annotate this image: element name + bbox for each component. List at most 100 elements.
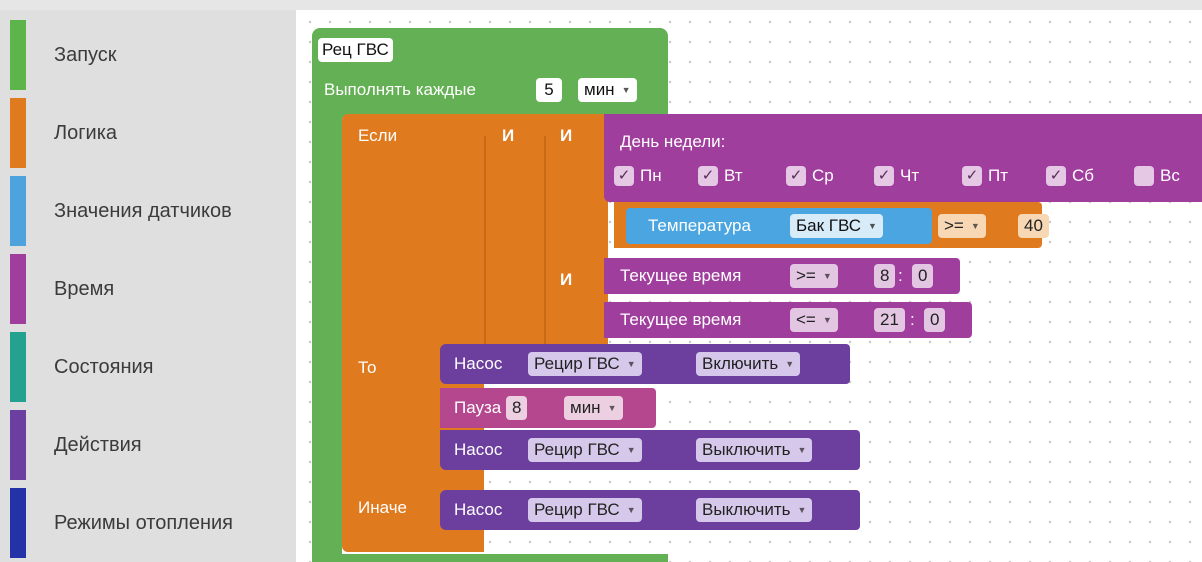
- category-color-bar: [10, 176, 26, 246]
- chevron-down-icon: ▼: [797, 505, 807, 515]
- pump-label: Насос: [454, 440, 503, 459]
- program-block-bottom: [312, 554, 668, 562]
- category-label: Состояния: [54, 355, 154, 378]
- chevron-down-icon: ▼: [970, 221, 980, 231]
- pump-action-dropdown[interactable]: Включить ▼: [696, 352, 801, 376]
- category-sidebar: Запуск Логика Значения датчиков Время Со…: [0, 10, 296, 562]
- sensor-dropdown[interactable]: Бак ГВС ▼: [790, 214, 883, 238]
- day-label: Пт: [988, 166, 1009, 185]
- day-label: Вс: [1160, 166, 1180, 185]
- category-label: Значения датчиков: [54, 199, 232, 222]
- device-value: Рецир ГВС: [534, 354, 620, 373]
- schedule-unit-dropdown[interactable]: мин ▼: [578, 78, 637, 102]
- block-divider: [484, 136, 486, 346]
- category-logic[interactable]: Логика: [10, 98, 296, 168]
- action-value: Включить: [702, 354, 779, 373]
- chevron-down-icon: ▼: [822, 271, 832, 281]
- time-from-hours-field[interactable]: 8: [874, 264, 896, 288]
- and-label: И: [502, 126, 515, 145]
- category-heating-modes[interactable]: Режимы отопления: [10, 488, 296, 558]
- category-states[interactable]: Состояния: [10, 332, 296, 402]
- category-label: Время: [54, 277, 115, 300]
- checkbox-saturday[interactable]: ✓: [1046, 166, 1066, 186]
- schedule-label: Выполнять каждые: [324, 80, 476, 99]
- category-actions[interactable]: Действия: [10, 410, 296, 480]
- time-from-minutes-field[interactable]: 0: [912, 264, 934, 288]
- pump-device-dropdown[interactable]: Рецир ГВС ▼: [528, 438, 642, 462]
- chevron-down-icon: ▼: [626, 359, 636, 369]
- category-label: Запуск: [54, 43, 117, 66]
- time-separator: :: [898, 266, 903, 285]
- temperature-value-field[interactable]: 40: [1018, 214, 1049, 238]
- if-else-block[interactable]: [342, 114, 484, 552]
- operator-value: <=: [796, 310, 816, 329]
- category-color-bar: [10, 254, 26, 324]
- time-to-minutes-field[interactable]: 0: [924, 308, 946, 332]
- device-value: Рецир ГВС: [534, 500, 620, 519]
- block-divider: [544, 136, 546, 346]
- time-to-hours-field[interactable]: 21: [874, 308, 905, 332]
- checkbox-sunday[interactable]: [1134, 166, 1154, 186]
- action-value: Выключить: [702, 500, 791, 519]
- day-label: Чт: [900, 166, 920, 185]
- time-from-operator-dropdown[interactable]: >= ▼: [790, 264, 838, 288]
- category-time[interactable]: Время: [10, 254, 296, 324]
- chevron-down-icon: ▼: [868, 221, 877, 231]
- category-color-bar: [10, 410, 26, 480]
- category-color-bar: [10, 20, 26, 90]
- pump-device-dropdown[interactable]: Рецир ГВС ▼: [528, 352, 642, 376]
- else-label: Иначе: [358, 498, 407, 517]
- checkbox-friday[interactable]: ✓: [962, 166, 982, 186]
- category-color-bar: [10, 98, 26, 168]
- day-label: Вт: [724, 166, 743, 185]
- category-start[interactable]: Запуск: [10, 20, 296, 90]
- and-label: И: [560, 126, 573, 145]
- pump-action-dropdown[interactable]: Выключить ▼: [696, 498, 813, 522]
- schedule-unit-value: мин: [584, 80, 615, 99]
- chevron-down-icon: ▼: [621, 85, 631, 95]
- and-label: И: [560, 270, 573, 289]
- blocks-workspace[interactable]: Рец ГВС Выполнять каждые 5 мин ▼ Если И И…: [296, 10, 1202, 562]
- temperature-label: Температура: [648, 216, 751, 235]
- chevron-down-icon: ▼: [822, 315, 832, 325]
- chevron-down-icon: ▼: [626, 445, 636, 455]
- category-sensor-values[interactable]: Значения датчиков: [10, 176, 296, 246]
- then-label: То: [358, 358, 377, 377]
- pump-action-dropdown[interactable]: Выключить ▼: [696, 438, 813, 462]
- checkbox-thursday[interactable]: ✓: [874, 166, 894, 186]
- device-value: Рецир ГВС: [534, 440, 620, 459]
- checkbox-wednesday[interactable]: ✓: [786, 166, 806, 186]
- operator-dropdown[interactable]: >= ▼: [938, 214, 986, 238]
- pump-device-dropdown[interactable]: Рецир ГВС ▼: [528, 498, 642, 522]
- weekday-block[interactable]: [604, 114, 1202, 202]
- day-label: Сб: [1072, 166, 1095, 185]
- checkbox-monday[interactable]: ✓: [614, 166, 634, 186]
- day-label: Пн: [640, 166, 662, 185]
- time-separator: :: [910, 310, 915, 329]
- schedule-interval-field[interactable]: 5: [536, 78, 562, 102]
- pump-label: Насос: [454, 354, 503, 373]
- chevron-down-icon: ▼: [626, 505, 636, 515]
- time-from-label: Текущее время: [620, 266, 742, 285]
- category-color-bar: [10, 488, 26, 558]
- category-label: Логика: [54, 121, 118, 144]
- day-label: Ср: [812, 166, 834, 185]
- pause-value-field[interactable]: 8: [506, 396, 528, 420]
- time-to-operator-dropdown[interactable]: <= ▼: [790, 308, 838, 332]
- program-name-field[interactable]: Рец ГВС: [318, 38, 393, 62]
- chevron-down-icon: ▼: [797, 445, 807, 455]
- category-label: Режимы отопления: [54, 511, 234, 534]
- pump-label: Насос: [454, 500, 503, 519]
- checkbox-tuesday[interactable]: ✓: [698, 166, 718, 186]
- category-color-bar: [10, 332, 26, 402]
- time-to-label: Текущее время: [620, 310, 742, 329]
- pause-unit-dropdown[interactable]: мин ▼: [564, 396, 623, 420]
- sensor-value: Бак ГВС: [796, 216, 862, 235]
- program-block-body: [312, 110, 342, 562]
- pause-unit-value: мин: [570, 398, 601, 417]
- action-value: Выключить: [702, 440, 791, 459]
- and-block-outer[interactable]: [484, 114, 548, 358]
- category-label: Действия: [54, 433, 142, 456]
- and-block-inner[interactable]: [548, 114, 608, 358]
- pause-label: Пауза: [454, 398, 502, 417]
